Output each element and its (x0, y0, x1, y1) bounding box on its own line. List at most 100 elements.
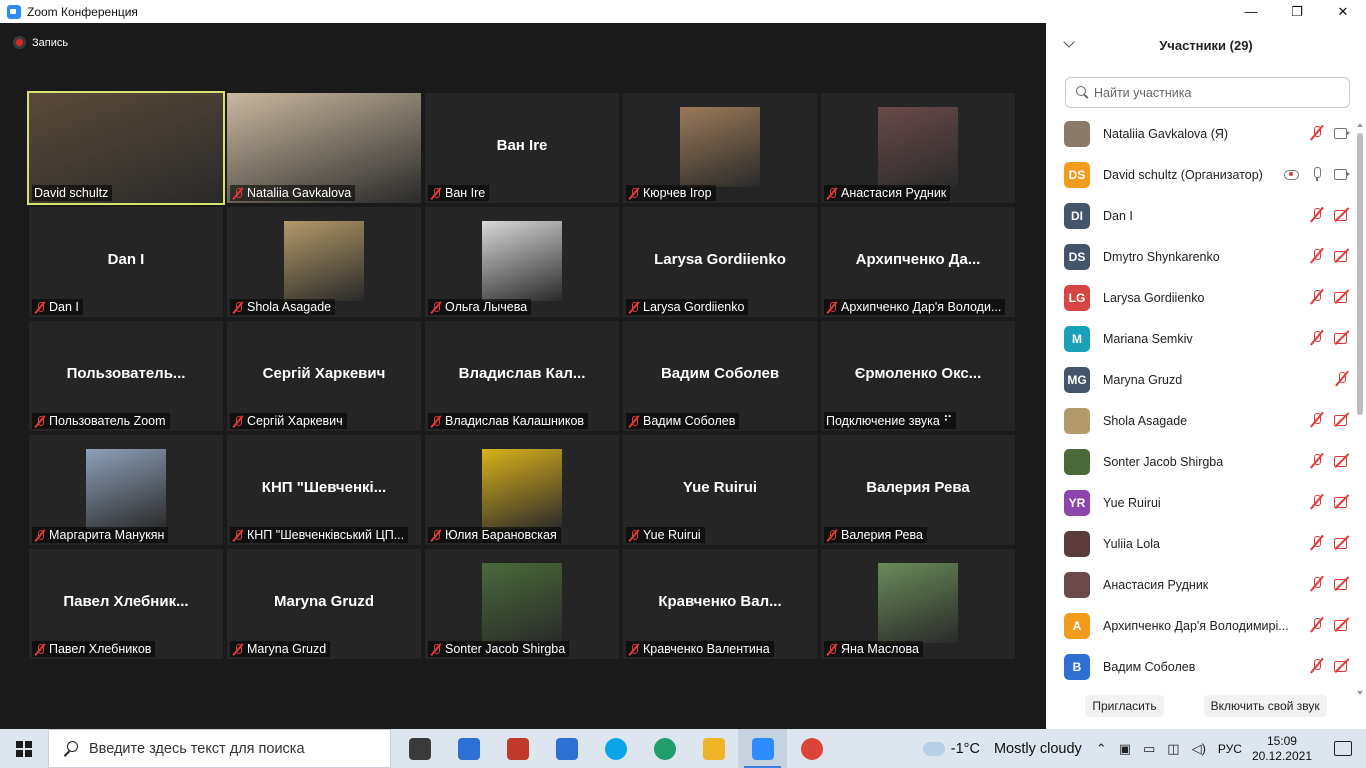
video-tile[interactable]: Яна Маслова (821, 549, 1015, 659)
invite-button[interactable]: Пригласить (1085, 695, 1164, 717)
video-tile[interactable]: David schultz (27, 91, 225, 205)
taskbar-app-task-view[interactable] (395, 729, 444, 768)
tile-name-label: Ольга Лычева (428, 299, 532, 315)
video-tile[interactable]: Dan I Dan I (29, 207, 223, 317)
participant-status-icons (1308, 535, 1350, 550)
participant-row[interactable]: Yuliia Lola (1046, 523, 1366, 564)
video-off-icon (1333, 207, 1350, 222)
video-tile[interactable]: Larysa Gordiienko Larysa Gordiienko (623, 207, 817, 317)
video-camera-icon (1333, 125, 1350, 140)
tile-name-label: Яна Маслова (824, 641, 923, 657)
participant-row[interactable]: B Вадим Соболев (1046, 646, 1366, 683)
video-tile[interactable]: Валерия Рева Валерия Рева (821, 435, 1015, 545)
tile-name-label: Кравченко Валентина (626, 641, 774, 657)
video-tile[interactable]: Ван Ire Ван Ire (425, 93, 619, 203)
video-off-icon (1333, 289, 1350, 304)
language-indicator[interactable]: РУС (1218, 742, 1242, 756)
video-tile[interactable]: Пользователь... Пользователь Zoom (29, 321, 223, 431)
video-tile[interactable]: Maryna Gruzd Maryna Gruzd (227, 549, 421, 659)
cloud-icon[interactable] (922, 741, 945, 756)
mic-muted-icon (1308, 576, 1325, 591)
chevron-up-icon[interactable]: ⌃ (1096, 741, 1107, 757)
video-tile[interactable]: Yue Ruirui Yue Ruirui (623, 435, 817, 545)
video-tile[interactable]: Кравченко Вал... Кравченко Валентина (623, 549, 817, 659)
video-tile[interactable]: КНП "Шевченкі... КНП "Шевченківський ЦП..… (227, 435, 421, 545)
mic-muted-icon (1308, 289, 1325, 304)
temperature[interactable]: -1°C (951, 741, 980, 757)
video-tile[interactable]: Єрмоленко Окс... Подключение звука ⠋ (821, 321, 1015, 431)
taskbar-app-skype[interactable] (591, 729, 640, 768)
recording-indicator[interactable]: Запись (13, 36, 68, 49)
avatar: DI (1064, 202, 1090, 229)
taskbar-app-edge[interactable] (640, 729, 689, 768)
video-tile[interactable]: Владислав Кал... Владислав Калашников (425, 321, 619, 431)
participant-name: Yuliia Lola (1103, 536, 1160, 551)
participant-row[interactable]: DS Dmytro Shynkarenko (1046, 236, 1366, 277)
minimize-button[interactable]: — (1228, 0, 1274, 23)
video-tile[interactable]: Кюрчев Ігор (623, 93, 817, 203)
video-tile[interactable]: Павел Хлебник... Павел Хлебников (29, 549, 223, 659)
scroll-up-arrow-icon[interactable] (1357, 123, 1363, 127)
unmute-myself-button[interactable]: Включить свой звук (1203, 695, 1327, 717)
close-button[interactable]: ✕ (1320, 0, 1366, 23)
network-icon[interactable]: ◫ (1167, 741, 1179, 757)
tile-name-label: Маргарита Манукян (32, 527, 169, 543)
taskbar-app-zoom[interactable] (738, 729, 787, 768)
chevron-down-icon[interactable] (1063, 36, 1075, 48)
participant-row[interactable]: LG Larysa Gordiienko (1046, 277, 1366, 318)
mic-muted-icon (34, 643, 46, 656)
video-tile[interactable]: Маргарита Манукян (29, 435, 223, 545)
search-input[interactable] (1094, 85, 1334, 100)
tile-display-name: Yue Ruirui (682, 479, 758, 496)
taskbar-app-chrome[interactable] (787, 729, 836, 768)
taskbar-app-mail[interactable] (542, 729, 591, 768)
participant-row[interactable]: MG Maryna Gruzd (1046, 359, 1366, 400)
participant-row[interactable]: DI Dan I (1046, 195, 1366, 236)
tile-display-name: Пользователь... (66, 365, 186, 382)
tile-name-label: Yue Ruirui (626, 527, 705, 543)
avatar: DS (1064, 161, 1090, 188)
restore-button[interactable]: ❐ (1274, 0, 1320, 23)
video-tile[interactable]: Архипченко Да... Архипченко Дар'я Володи.… (821, 207, 1015, 317)
mic-muted-icon (430, 643, 442, 656)
tile-name-text: Dan I (49, 300, 79, 314)
volume-icon[interactable]: ◁) (1192, 741, 1206, 757)
participant-row[interactable]: Shola Asagade (1046, 400, 1366, 441)
taskbar-search[interactable]: Введите здесь текст для поиска (48, 729, 391, 768)
video-tile[interactable]: Nataliia Gavkalova (227, 93, 421, 203)
video-tile[interactable]: Sonter Jacob Shirgba (425, 549, 619, 659)
clock[interactable]: 15:09 20.12.2021 (1252, 734, 1312, 764)
record-icon (13, 36, 26, 49)
avatar (1064, 530, 1090, 557)
video-tile[interactable]: Shola Asagade (227, 207, 421, 317)
video-tile[interactable]: Вадим Соболев Вадим Соболев (623, 321, 817, 431)
participant-row[interactable]: DS David schultz (Организатор) (1046, 154, 1366, 195)
tile-display-name: Павел Хлебник... (63, 593, 189, 610)
participant-row[interactable]: YR Yue Ruirui (1046, 482, 1366, 523)
mic-muted-icon (628, 643, 640, 656)
participant-row[interactable]: M Mariana Semkiv (1046, 318, 1366, 359)
battery-icon[interactable]: ▭ (1143, 741, 1155, 757)
taskbar-app-gift[interactable] (493, 729, 542, 768)
weather-status[interactable]: Mostly cloudy (994, 741, 1082, 757)
participant-row[interactable]: A Архипченко Дар'я Володимирі... (1046, 605, 1366, 646)
participant-search[interactable] (1065, 77, 1350, 108)
zoom-app-icon (7, 4, 21, 19)
video-tile[interactable]: Ольга Лычева (425, 207, 619, 317)
video-tile[interactable]: Анастасия Рудник (821, 93, 1015, 203)
mic-muted-icon (628, 415, 640, 428)
participant-row[interactable]: Анастасия Рудник (1046, 564, 1366, 605)
video-tile[interactable]: Юлия Барановская (425, 435, 619, 545)
meet-now-icon[interactable]: ▣ (1119, 741, 1131, 757)
video-tile[interactable]: Сергій Харкевич Сергій Харкевич (227, 321, 421, 431)
start-button[interactable] (0, 729, 48, 768)
taskbar-app-explorer[interactable] (689, 729, 738, 768)
participant-row[interactable]: Nataliia Gavkalova (Я) (1046, 113, 1366, 154)
participant-list-scrollbar[interactable] (1357, 133, 1363, 415)
participant-status-icons (1308, 412, 1350, 427)
tile-name-text: Maryna Gruzd (247, 642, 327, 656)
taskbar-app-store[interactable] (444, 729, 493, 768)
participant-row[interactable]: Sonter Jacob Shirgba (1046, 441, 1366, 482)
tile-name-text: Подключение звука ⠋ (826, 414, 953, 428)
notifications-icon[interactable] (1334, 741, 1352, 756)
